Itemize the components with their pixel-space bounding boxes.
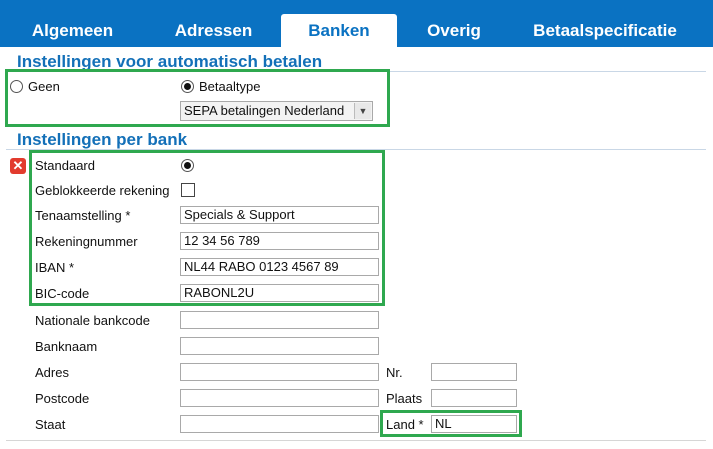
section-title-bank: Instellingen per bank [17, 130, 188, 149]
bic-input[interactable]: RABONL2U [180, 284, 379, 302]
postcode-input[interactable] [180, 389, 379, 407]
section-divider [6, 71, 706, 72]
radio-geen[interactable] [10, 80, 23, 93]
rekeningnummer-input[interactable]: 12 34 56 789 [180, 232, 379, 250]
tab-bar: Algemeen Adressen Banken Overig Betaalsp… [0, 0, 713, 47]
standaard-radio[interactable] [181, 159, 194, 172]
section-title-auto-payment: Instellingen voor automatisch betalen [17, 52, 323, 71]
tab-algemeen[interactable]: Algemeen [10, 14, 135, 47]
plaats-input[interactable] [431, 389, 517, 407]
paytype-select[interactable]: SEPA betalingen Nederland ▼ [180, 101, 373, 121]
iban-label: IBAN * [35, 260, 75, 275]
nr-input[interactable] [431, 363, 517, 381]
standaard-label: Standaard [35, 158, 95, 173]
nationale-bankcode-input[interactable] [180, 311, 379, 329]
staat-input[interactable] [180, 415, 379, 433]
staat-label: Staat [35, 417, 66, 432]
land-input[interactable]: NL [431, 415, 517, 433]
rekeningnummer-label: Rekeningnummer [35, 234, 138, 249]
nationale-bankcode-label: Nationale bankcode [35, 313, 150, 328]
paytype-select-value: SEPA betalingen Nederland [184, 103, 345, 118]
adres-label: Adres [35, 365, 69, 380]
postcode-label: Postcode [35, 391, 90, 406]
banknaam-input[interactable] [180, 337, 379, 355]
radio-betaaltype-label: Betaaltype [199, 79, 261, 94]
geblokkeerd-checkbox[interactable] [181, 183, 195, 197]
tab-overig[interactable]: Overig [400, 14, 508, 47]
adres-input[interactable] [180, 363, 379, 381]
tenaamstelling-input[interactable]: Specials & Support [180, 206, 379, 224]
bic-label: BIC-code [35, 286, 90, 301]
bottom-divider [6, 440, 706, 441]
chevron-down-icon: ▼ [354, 103, 371, 119]
land-label: Land * [386, 417, 424, 432]
tenaamstelling-label: Tenaamstelling * [35, 208, 131, 223]
section-divider [6, 149, 706, 150]
radio-betaaltype[interactable] [181, 80, 194, 93]
tab-betaalspecificatie[interactable]: Betaalspecificatie [512, 14, 698, 47]
error-x-icon: ✕ [10, 158, 26, 174]
iban-input[interactable]: NL44 RABO 0123 4567 89 [180, 258, 379, 276]
plaats-label: Plaats [386, 391, 423, 406]
radio-geen-label: Geen [28, 79, 60, 94]
geblokkeerd-label: Geblokkeerde rekening [35, 183, 170, 198]
nr-label: Nr. [386, 365, 403, 380]
banknaam-label: Banknaam [35, 339, 98, 354]
tab-adressen[interactable]: Adressen [147, 14, 280, 47]
tab-banken[interactable]: Banken [281, 14, 397, 47]
